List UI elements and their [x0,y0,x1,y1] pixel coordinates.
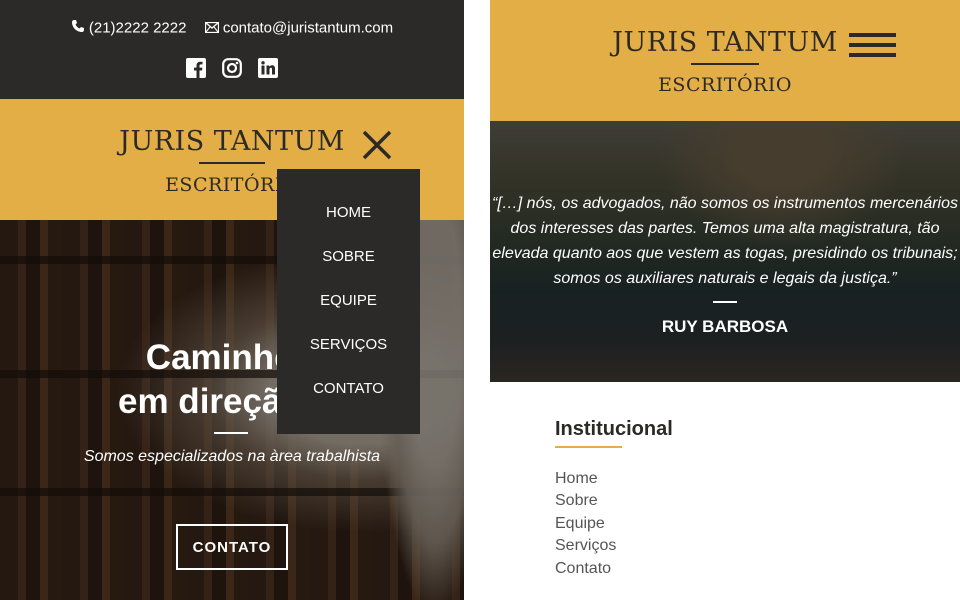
quote-section: “[…] nós, os advogados, não somos os ins… [490,121,960,382]
social-links [0,58,464,78]
footer-link-contato[interactable]: Contato [555,558,616,580]
brand-header: JURIS TANTUM ESCRITÓRIO [490,0,960,121]
mobile-view-quote-footer: JURIS TANTUM ESCRITÓRIO “[…] nós, os adv… [490,0,960,600]
brand-divider [691,63,759,65]
mobile-view-menu-open: (21)2222 2222 contato@juristantum.com JU… [0,0,464,600]
menu-item-equipe[interactable]: EQUIPE [277,292,420,309]
menu-item-home[interactable]: HOME [277,204,420,221]
contact-info: (21)2222 2222 contato@juristantum.com [0,19,464,37]
footer-title-divider [555,446,622,448]
envelope-icon [204,20,219,37]
phone-icon [71,19,85,37]
quote-divider [713,301,737,303]
brand-divider [199,162,265,164]
hero-subtitle: Somos especializados na àrea trabalhista [83,448,381,465]
footer-link-servicos[interactable]: Serviços [555,535,616,557]
contact-topbar: (21)2222 2222 contato@juristantum.com [0,0,464,99]
brand-title[interactable]: JURIS TANTUM [0,126,464,157]
hamburger-icon[interactable] [849,33,896,57]
menu-item-servicos[interactable]: SERVIÇOS [277,336,420,353]
email-address[interactable]: contato@juristantum.com [223,20,393,37]
brand-title[interactable]: JURIS TANTUM [580,27,870,58]
footer-link-equipe[interactable]: Equipe [555,513,616,535]
hero-divider [214,432,248,434]
nav-dropdown-menu: HOME SOBRE EQUIPE SERVIÇOS CONTATO [277,169,420,434]
footer-links: Home Sobre Equipe Serviços Contato [555,468,616,580]
footer-link-home[interactable]: Home [555,468,616,490]
quote-text: “[…] nós, os advogados, não somos os ins… [492,195,958,287]
footer-link-sobre[interactable]: Sobre [555,490,616,512]
close-icon[interactable] [360,128,394,162]
footer-section-title: Institucional [555,418,673,440]
contact-button[interactable]: CONTATO [176,524,288,570]
menu-item-contato[interactable]: CONTATO [277,380,420,397]
facebook-icon[interactable] [186,58,206,78]
instagram-icon[interactable] [222,58,242,78]
quote-author: RUY BARBOSA [661,317,789,336]
phone-number[interactable]: (21)2222 2222 [89,20,187,37]
linkedin-icon[interactable] [258,58,278,78]
menu-item-sobre[interactable]: SOBRE [277,248,420,265]
brand-subtitle: ESCRITÓRIO [658,74,792,96]
